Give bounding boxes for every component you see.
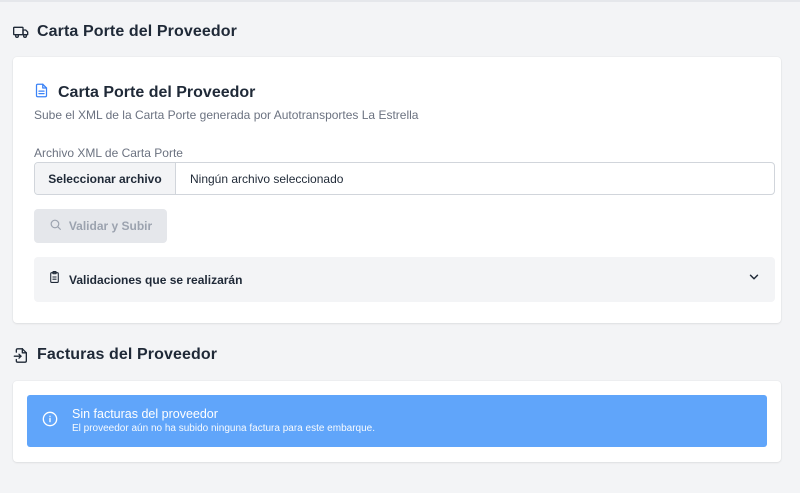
info-icon <box>42 411 58 432</box>
xml-file-input[interactable]: Seleccionar archivo Ningún archivo selec… <box>34 162 775 195</box>
alert-content: Sin facturas del proveedor El proveedor … <box>72 407 375 435</box>
facturas-section-header: Facturas del Proveedor <box>13 346 217 364</box>
document-icon <box>34 82 49 104</box>
carta-porte-card: Carta Porte del Proveedor Sube el XML de… <box>13 57 781 323</box>
alert-title: Sin facturas del proveedor <box>72 407 218 421</box>
carta-porte-section-header: Carta Porte del Proveedor <box>13 23 237 41</box>
validate-upload-label: Validar y Subir <box>68 219 153 233</box>
validations-accordion[interactable]: Validaciones que se realizarán <box>34 257 775 302</box>
file-field-label: Archivo XML de Carta Porte <box>34 146 183 160</box>
facturas-card: Sin facturas del proveedor El proveedor … <box>13 381 781 462</box>
validations-accordion-label: Validaciones que se realizarán <box>69 272 243 287</box>
top-divider <box>0 0 800 2</box>
search-icon <box>49 218 62 234</box>
truck-icon <box>13 24 29 40</box>
card-header: Carta Porte del Proveedor <box>34 82 255 104</box>
no-invoices-alert: Sin facturas del proveedor El proveedor … <box>27 395 767 447</box>
clipboard-icon <box>48 270 61 289</box>
section-title: Carta Porte del Proveedor <box>37 23 237 40</box>
validate-upload-button[interactable]: Validar y Subir <box>34 209 167 243</box>
card-title: Carta Porte del Proveedor <box>58 84 256 101</box>
card-subtitle: Sube el XML de la Carta Porte generada p… <box>34 108 419 122</box>
selected-file-name: Ningún archivo seleccionado <box>190 171 344 186</box>
select-file-button[interactable]: Seleccionar archivo <box>35 163 176 194</box>
alert-message: El proveedor aún no ha subido ninguna fa… <box>72 423 375 434</box>
chevron-down-icon[interactable] <box>747 270 761 289</box>
section-title: Facturas del Proveedor <box>37 346 218 363</box>
file-import-icon <box>13 347 29 364</box>
